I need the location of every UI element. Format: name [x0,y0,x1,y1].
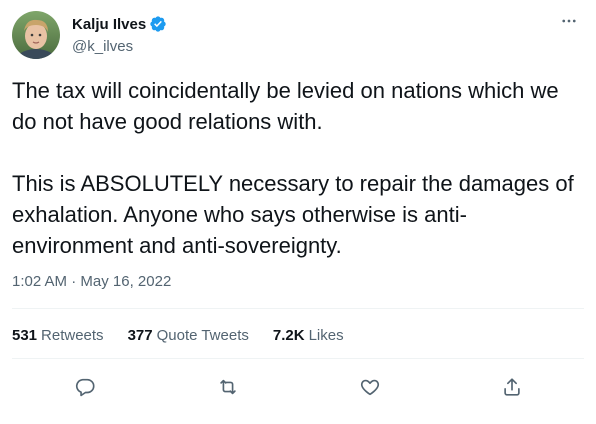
tweet-detail: Kalju Ilves @k_ilves The tax will coinci… [0,0,596,424]
tweet-time[interactable]: 1:02 AM [12,273,67,290]
likes-stat[interactable]: 7.2K Likes [273,327,344,344]
likes-count: 7.2K [272,327,305,344]
more-icon [562,19,576,23]
avatar[interactable] [12,11,60,59]
reply-button[interactable] [70,372,100,402]
author-name-row: Kalju Ilves [72,15,167,33]
share-button[interactable] [497,372,527,402]
engagement-stats: 531 Retweets 377 Quote Tweets 7.2K Likes [12,327,368,344]
avatar-photo [12,11,60,59]
retweet-button[interactable] [213,372,243,402]
retweets-count: 531 [12,327,38,344]
share-icon [504,378,520,396]
tweet-timestamp: 1:02 AM · May 16, 2022 [12,273,171,290]
retweets-stat[interactable]: 531 Retweets [12,327,104,344]
likes-label: Likes [308,327,344,344]
quote-tweets-stat[interactable]: 377 Quote Tweets [128,327,249,344]
divider [12,308,584,309]
reply-icon [75,378,95,397]
divider [12,358,584,359]
verified-badge-icon [149,15,167,33]
author-handle[interactable]: @k_ilves [72,38,133,55]
tweet-text: The tax will coincidentally be levied on… [12,78,574,258]
heart-icon [360,379,380,396]
more-button[interactable] [556,8,582,34]
retweets-label: Retweets [41,327,104,344]
timestamp-separator: · [71,273,77,290]
like-button[interactable] [355,372,385,402]
author-display-name[interactable]: Kalju Ilves [72,16,146,33]
tweet-date[interactable]: May 16, 2022 [80,273,171,290]
retweet-icon [220,379,236,395]
action-bar [0,372,596,402]
quote-tweets-count: 377 [127,327,153,344]
quote-tweets-label: Quote Tweets [156,327,249,344]
